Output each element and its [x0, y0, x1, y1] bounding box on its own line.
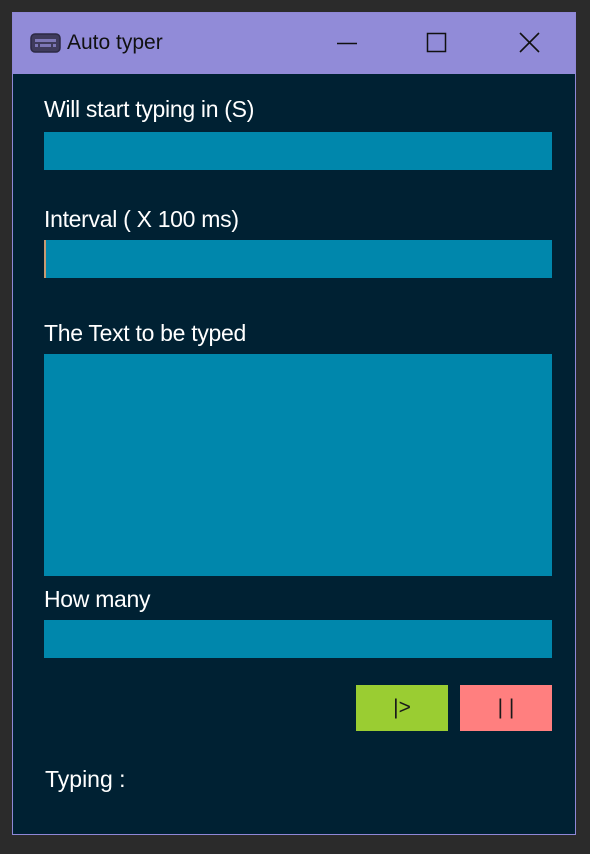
window-title: Auto typer: [67, 31, 163, 54]
close-button[interactable]: [483, 13, 575, 74]
start-delay-label: Will start typing in (S): [44, 96, 255, 122]
close-icon: [519, 32, 540, 53]
keyboard-icon: [30, 33, 61, 53]
stop-button[interactable]: | |: [460, 685, 552, 731]
how-many-label: How many: [44, 586, 151, 612]
start-button[interactable]: |>: [356, 685, 448, 731]
text-to-type-input[interactable]: [44, 354, 552, 576]
minimize-button[interactable]: [300, 13, 392, 74]
typing-status: Typing :: [45, 766, 126, 792]
title-bar[interactable]: Auto typer: [13, 13, 575, 74]
how-many-input[interactable]: [44, 620, 552, 658]
minimize-icon: [337, 42, 357, 45]
maximize-icon: [426, 32, 447, 53]
interval-input[interactable]: [44, 240, 552, 278]
maximize-button[interactable]: [390, 13, 482, 74]
start-delay-input[interactable]: [44, 132, 552, 170]
text-to-type-label: The Text to be typed: [44, 320, 246, 346]
interval-label: Interval ( X 100 ms): [44, 206, 239, 232]
app-window: Auto typer Will start typing in (S) Inte…: [12, 12, 576, 835]
